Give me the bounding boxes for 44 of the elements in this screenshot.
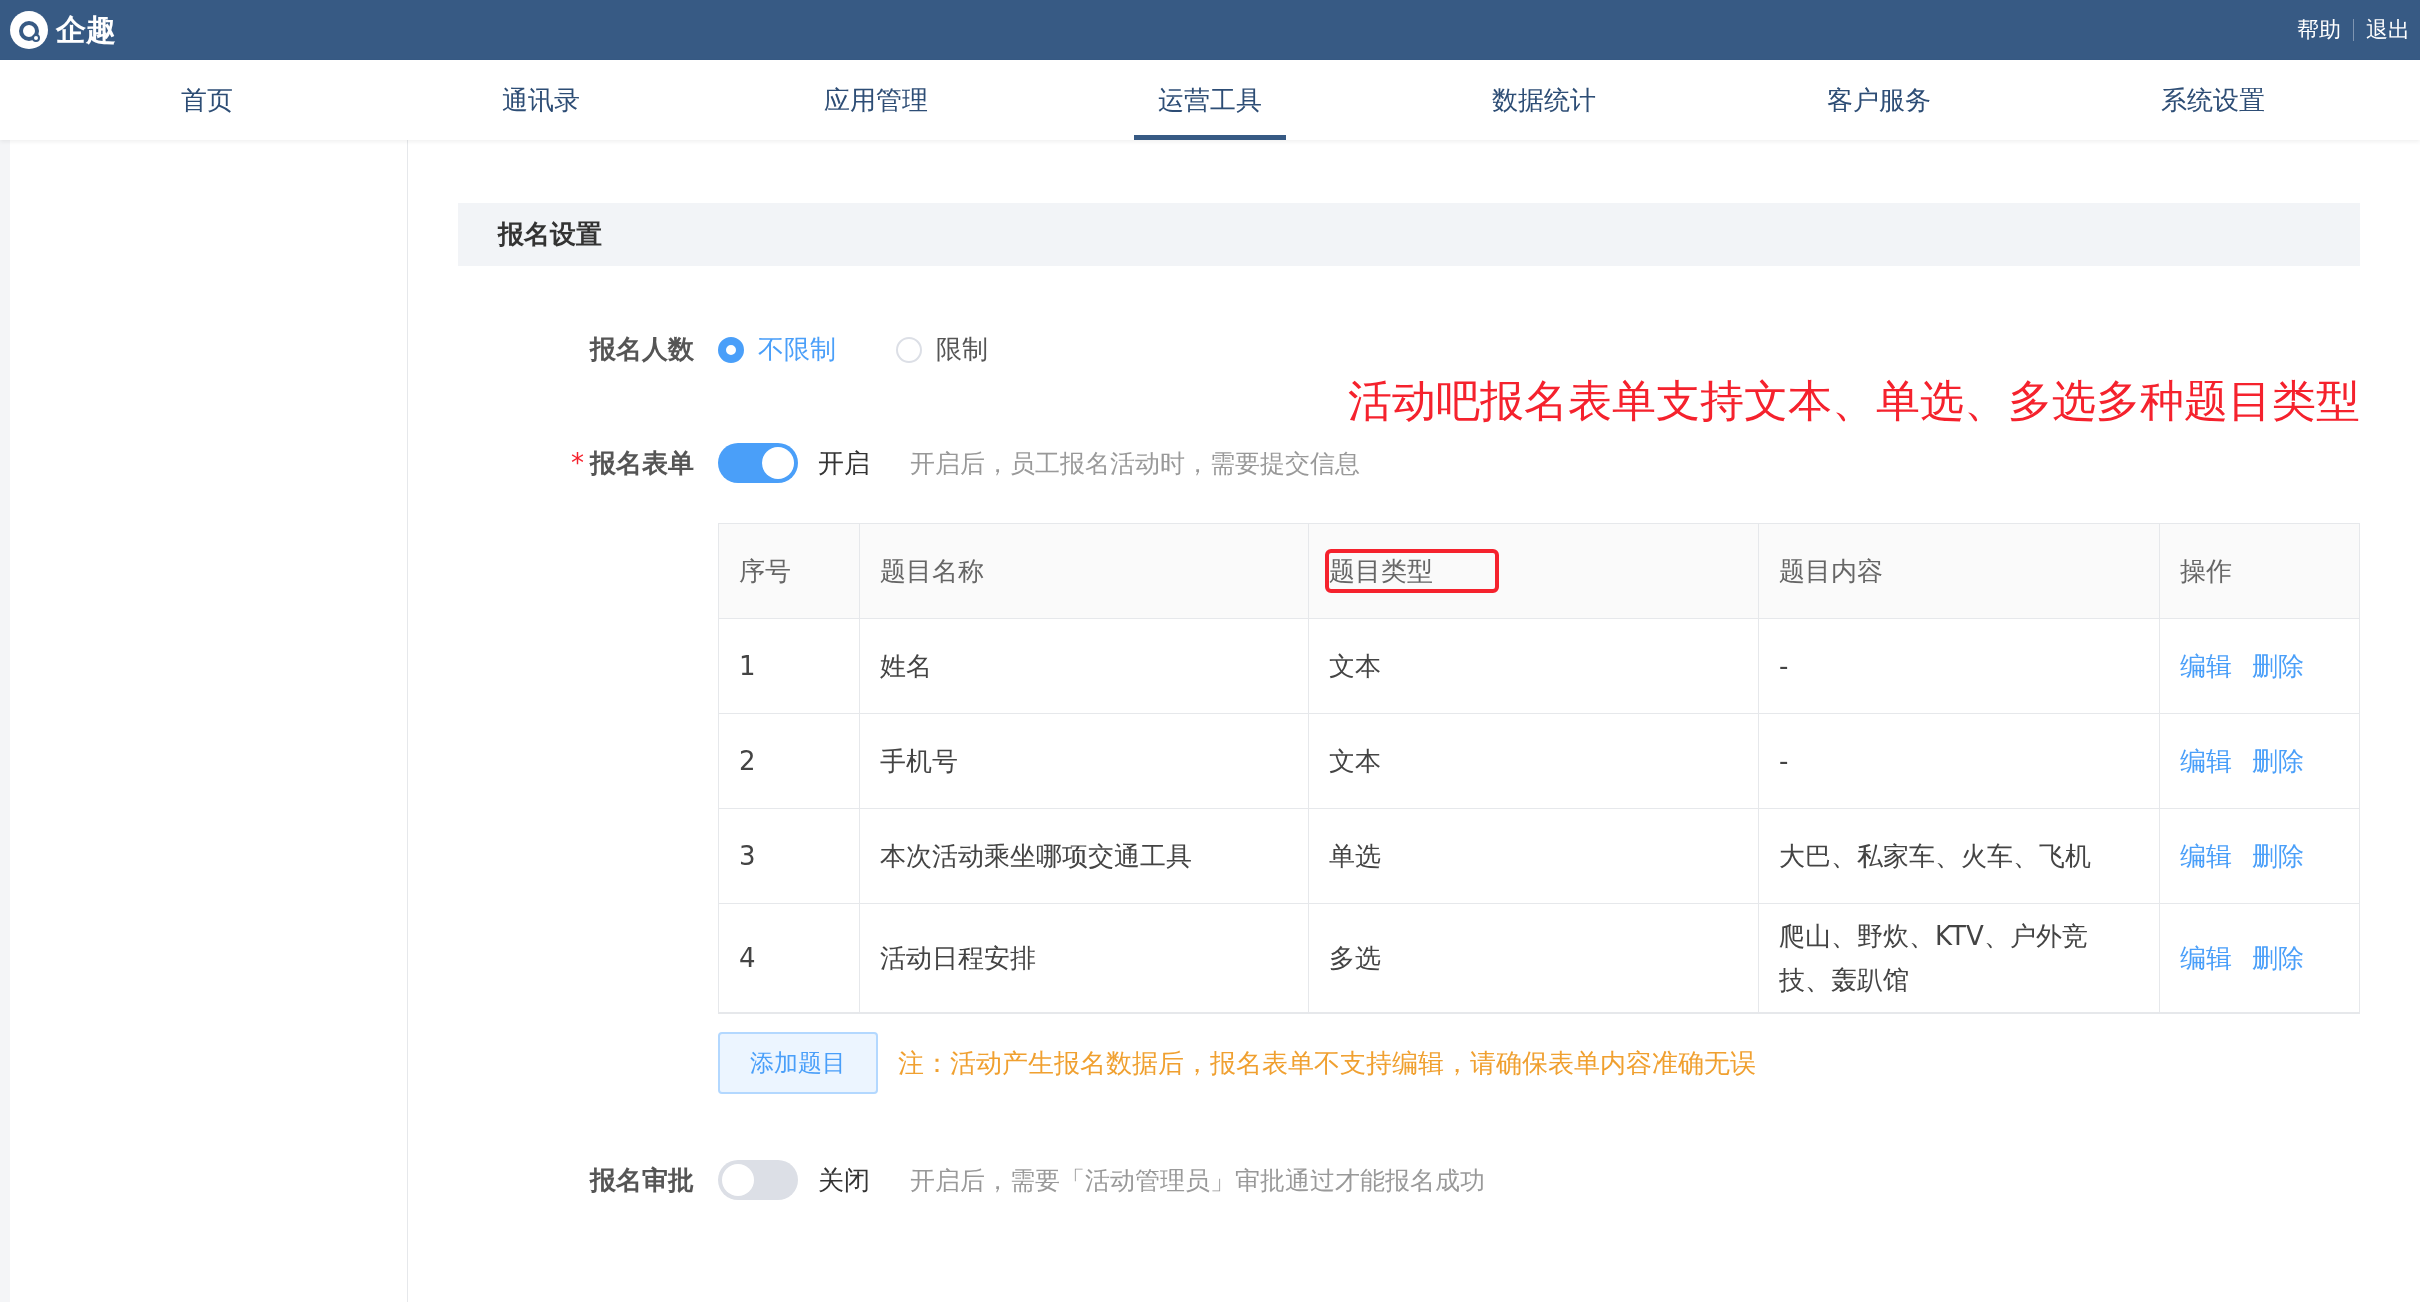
column-header: 题目内容: [1779, 554, 1883, 588]
table-cell-text: 活动日程安排: [880, 942, 1036, 976]
table-cell-text: -: [1779, 649, 1789, 683]
radio-option[interactable]: 限制: [896, 332, 988, 367]
column-header: 题目类型: [1329, 548, 1433, 594]
nav-tab[interactable]: 通讯录: [478, 60, 605, 140]
column-header: 操作: [2180, 554, 2232, 588]
nav-tab[interactable]: 数据统计: [1468, 60, 1621, 140]
toggle-switch[interactable]: [718, 1160, 798, 1201]
header-link[interactable]: 帮助: [2297, 15, 2341, 45]
table-cell-text: 多选: [1329, 942, 1381, 976]
table-cell-text: -: [1779, 744, 1789, 778]
hint-text: 开启后，员工报名活动时，需要提交信息: [910, 447, 1360, 480]
table-cell-text: 1: [739, 649, 756, 683]
table-cell-text: 大巴、私家车、火车、飞机: [1779, 839, 2091, 873]
toggle-switch[interactable]: [718, 443, 798, 483]
toggle-state-text: 开启: [818, 446, 870, 480]
annotation-text: 活动吧报名表单支持文本、单选、多选多种题目类型: [1348, 374, 2360, 428]
header-link[interactable]: 退出: [2366, 15, 2410, 45]
field-label: 报名人数: [588, 333, 695, 366]
nav-tab[interactable]: 应用管理: [799, 60, 952, 140]
toggle-state-text: 关闭: [818, 1163, 870, 1197]
logo-icon: [10, 11, 48, 49]
column-header: 序号: [739, 554, 791, 588]
table-cell-text: 爬山、野炊、KTV、户外竞技、轰趴馆: [1779, 920, 2089, 998]
table-cell-text: 姓名: [880, 649, 932, 683]
table-cell-text: 单选: [1329, 839, 1381, 873]
nav-tab[interactable]: 首页: [157, 60, 258, 140]
table-cell-text: 本次活动乘坐哪项交通工具: [880, 839, 1192, 873]
column-header: 题目名称: [880, 554, 984, 588]
table-cell-text: 文本: [1329, 649, 1381, 683]
nav-tab[interactable]: 客户服务: [1802, 60, 1955, 140]
table-cell-text: 2: [739, 744, 756, 778]
section-title: 报名设置: [458, 203, 2360, 266]
nav-tab[interactable]: 系统设置: [2136, 60, 2289, 140]
note-text: 注：活动产生报名数据后，报名表单不支持编辑，请确保表单内容准确无误: [898, 1046, 1756, 1080]
table-cell-text: 文本: [1329, 744, 1381, 778]
field-label: * 报名表单: [570, 446, 695, 480]
table-cell-text: 4: [739, 942, 756, 976]
table-cell-text: 3: [739, 839, 756, 873]
hint-text: 开启后，需要「活动管理员」审批通过才能报名成功: [910, 1164, 1485, 1197]
logo-text: 企趣: [56, 10, 116, 49]
table-cell-text: 手机号: [880, 744, 958, 778]
field-label: 报名审批: [588, 1163, 695, 1197]
